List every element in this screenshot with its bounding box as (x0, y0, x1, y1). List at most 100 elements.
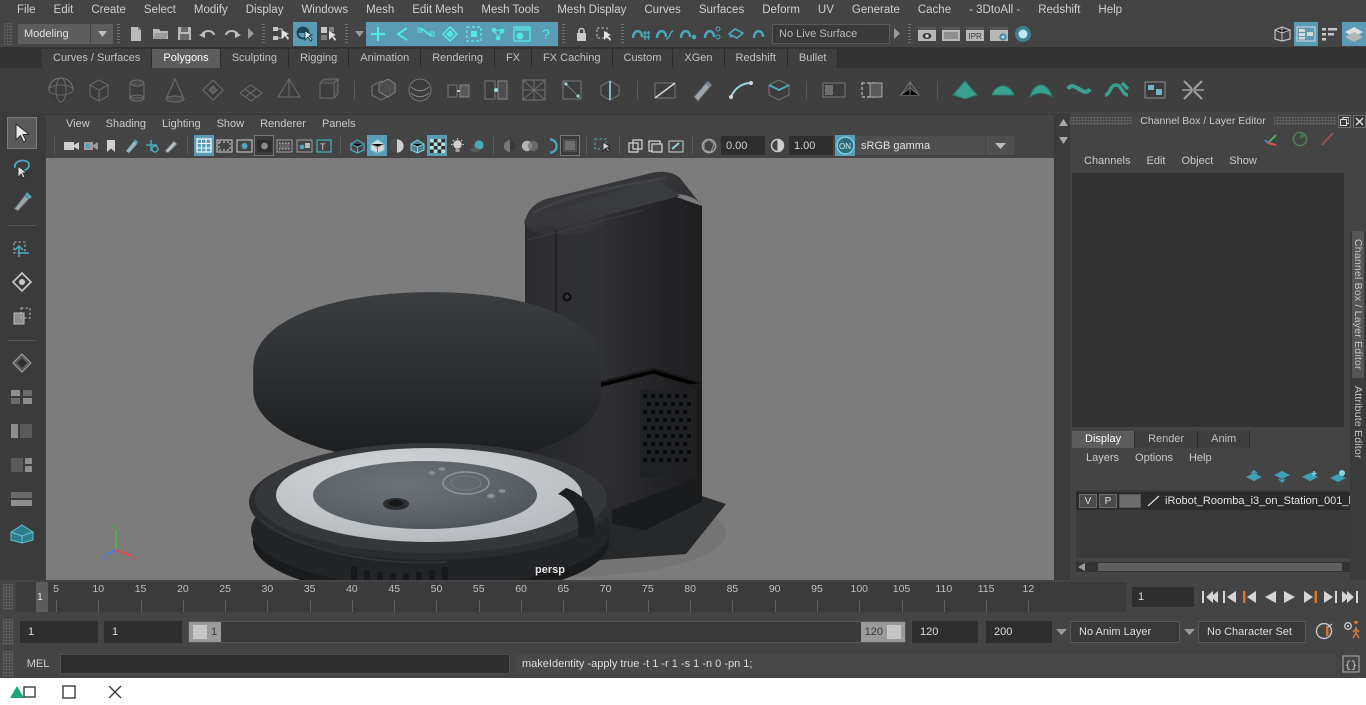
render-view-icon[interactable] (915, 22, 939, 46)
menu-3dtoall[interactable]: - 3DtoAll - (960, 0, 1029, 20)
gamma-field[interactable]: 1.00 (789, 136, 833, 155)
scale-tool[interactable] (7, 300, 37, 332)
status-collapse-arrow-3[interactable] (890, 24, 904, 44)
viewport-menu-lighting[interactable]: Lighting (154, 115, 209, 133)
go-to-end-icon[interactable] (1340, 586, 1360, 608)
two-d-pan-zoom-icon[interactable] (141, 135, 161, 156)
animation-preferences-icon[interactable] (1342, 619, 1362, 644)
layer-list-scrollbar[interactable] (1076, 562, 1364, 572)
channelbox-edit-menu[interactable]: Edit (1138, 155, 1173, 167)
shelf-button-poly-pyramid[interactable] (272, 73, 306, 107)
paint-select-tool[interactable] (7, 185, 37, 217)
auto-key-icon[interactable] (1314, 621, 1334, 644)
menu-display[interactable]: Display (237, 0, 293, 20)
channel-box-list[interactable] (1072, 173, 1344, 427)
snap-point-icon[interactable] (676, 22, 700, 46)
play-backwards-icon[interactable] (1260, 586, 1280, 608)
time-slider-ruler[interactable]: 1 5 10 15 20 25 30 35 40 45 50 55 60 65 70 75 80 85 90 95 1… (16, 582, 1126, 612)
panel-layout-icon[interactable] (646, 135, 666, 156)
snap-projected-center-icon[interactable] (700, 22, 724, 46)
viewport-menu-view[interactable]: View (58, 115, 98, 133)
shelf-button-uv-layout[interactable] (1176, 73, 1210, 107)
toggle-outliner-icon[interactable] (1270, 22, 1294, 46)
snap-grid-icon[interactable] (628, 22, 652, 46)
shelf-button-poly-plane[interactable] (234, 73, 268, 107)
camera-attributes-icon[interactable] (81, 135, 101, 156)
shelf-button-poly-extrude[interactable] (441, 73, 475, 107)
move-layer-down-icon[interactable] (1274, 470, 1290, 486)
play-forwards-icon[interactable] (1280, 586, 1300, 608)
shelf-button-poly-cylinder[interactable] (120, 73, 154, 107)
go-to-start-icon[interactable] (1200, 586, 1220, 608)
menu-mesh-display[interactable]: Mesh Display (548, 0, 635, 20)
anim-start-time-field[interactable]: 1 (20, 621, 98, 643)
menu-set-dropdown-arrow[interactable] (91, 23, 113, 44)
menu-select[interactable]: Select (135, 0, 185, 20)
range-slider-grip[interactable] (3, 619, 13, 645)
menu-file[interactable]: File (8, 0, 45, 20)
shelf-tab-curves-surfaces[interactable]: Curves / Surfaces (42, 49, 153, 68)
shelf-button-poly-sculpt[interactable] (686, 73, 720, 107)
shelf-button-poly-crease[interactable] (762, 73, 796, 107)
color-management-field[interactable]: sRGB gamma (855, 136, 985, 155)
menu-help[interactable]: Help (1089, 0, 1131, 20)
new-scene-icon[interactable] (124, 22, 148, 46)
menu-uv[interactable]: UV (809, 0, 843, 20)
menu-surfaces[interactable]: Surfaces (690, 0, 753, 20)
open-scene-icon[interactable] (148, 22, 172, 46)
shadows-icon[interactable] (467, 135, 487, 156)
live-surface-field[interactable]: No Live Surface (772, 23, 890, 44)
mask-handles-icon[interactable] (366, 21, 390, 46)
wireframe-icon[interactable] (347, 135, 367, 156)
shelf-button-poly-sphere[interactable] (44, 73, 78, 107)
mask-misc-icon[interactable]: ? (534, 21, 558, 46)
current-frame-field[interactable]: 1 (1132, 587, 1194, 607)
shelf-tab-custom[interactable]: Custom (612, 49, 674, 68)
command-language-label[interactable]: MEL (16, 658, 60, 670)
shelf-tab-xgen[interactable]: XGen (673, 49, 725, 68)
toggle-channelbox-icon[interactable] (1294, 21, 1318, 46)
smooth-shade-icon[interactable] (367, 135, 387, 156)
snap-view-plane-icon[interactable] (724, 22, 748, 46)
move-tool[interactable] (7, 232, 37, 264)
menu-modify[interactable]: Modify (185, 0, 237, 20)
lasso-select-tool[interactable] (7, 151, 37, 183)
app-icon[interactable] (0, 678, 46, 705)
side-tab-channel-box[interactable]: Channel Box / Layer Editor (1352, 231, 1364, 378)
character-set-field[interactable]: No Character Set (1198, 621, 1306, 643)
menu-create[interactable]: Create (82, 0, 135, 20)
shelf-button-poly-multicut[interactable] (648, 73, 682, 107)
side-tab-attribute-editor[interactable]: Attribute Editor (1352, 378, 1364, 467)
depth-peel-icon[interactable] (560, 135, 580, 156)
menu-mesh[interactable]: Mesh (357, 0, 403, 20)
color-management-dropdown-arrow[interactable] (986, 136, 1014, 155)
mask-joints-icon[interactable] (390, 21, 414, 46)
render-settings-icon[interactable] (987, 22, 1011, 46)
scroll-up-arrow[interactable] (1058, 117, 1068, 129)
channels-menu[interactable]: Channels (1076, 155, 1138, 167)
exposure-field[interactable]: 0.00 (721, 136, 765, 155)
shelf-tab-rigging[interactable]: Rigging (288, 49, 350, 68)
status-collapse-arrow-1[interactable] (244, 24, 258, 44)
command-line-grip[interactable] (3, 651, 13, 677)
range-start-field[interactable]: 1 (104, 621, 182, 643)
film-gate-icon[interactable] (214, 135, 234, 156)
grid-toggle-icon[interactable] (194, 135, 214, 156)
exposure-icon[interactable] (699, 135, 719, 156)
toggle-layer-editor-icon[interactable] (1342, 21, 1366, 46)
texture-border-icon[interactable]: T (314, 135, 334, 156)
tab-display[interactable]: Display (1072, 431, 1136, 448)
quick-layout-persp-side[interactable] (7, 449, 37, 481)
menu-set-selector[interactable]: Modeling (18, 23, 90, 44)
shelf-button-uv-cylindrical[interactable] (986, 73, 1020, 107)
shelf-button-uv-editor[interactable] (1138, 73, 1172, 107)
menu-edit-mesh[interactable]: Edit Mesh (403, 0, 472, 20)
render-current-frame-icon[interactable] (939, 22, 963, 46)
screen-space-ao-icon[interactable] (500, 135, 520, 156)
table-row[interactable]: V P iRobot_Roomba_i3_on_Station_001_l (1076, 492, 1364, 510)
status-line-grip[interactable] (4, 22, 13, 45)
layer-help-menu[interactable]: Help (1181, 452, 1220, 464)
save-scene-icon[interactable] (172, 22, 196, 46)
rotate-tool[interactable] (7, 266, 37, 298)
window-close-icon[interactable] (92, 678, 138, 705)
